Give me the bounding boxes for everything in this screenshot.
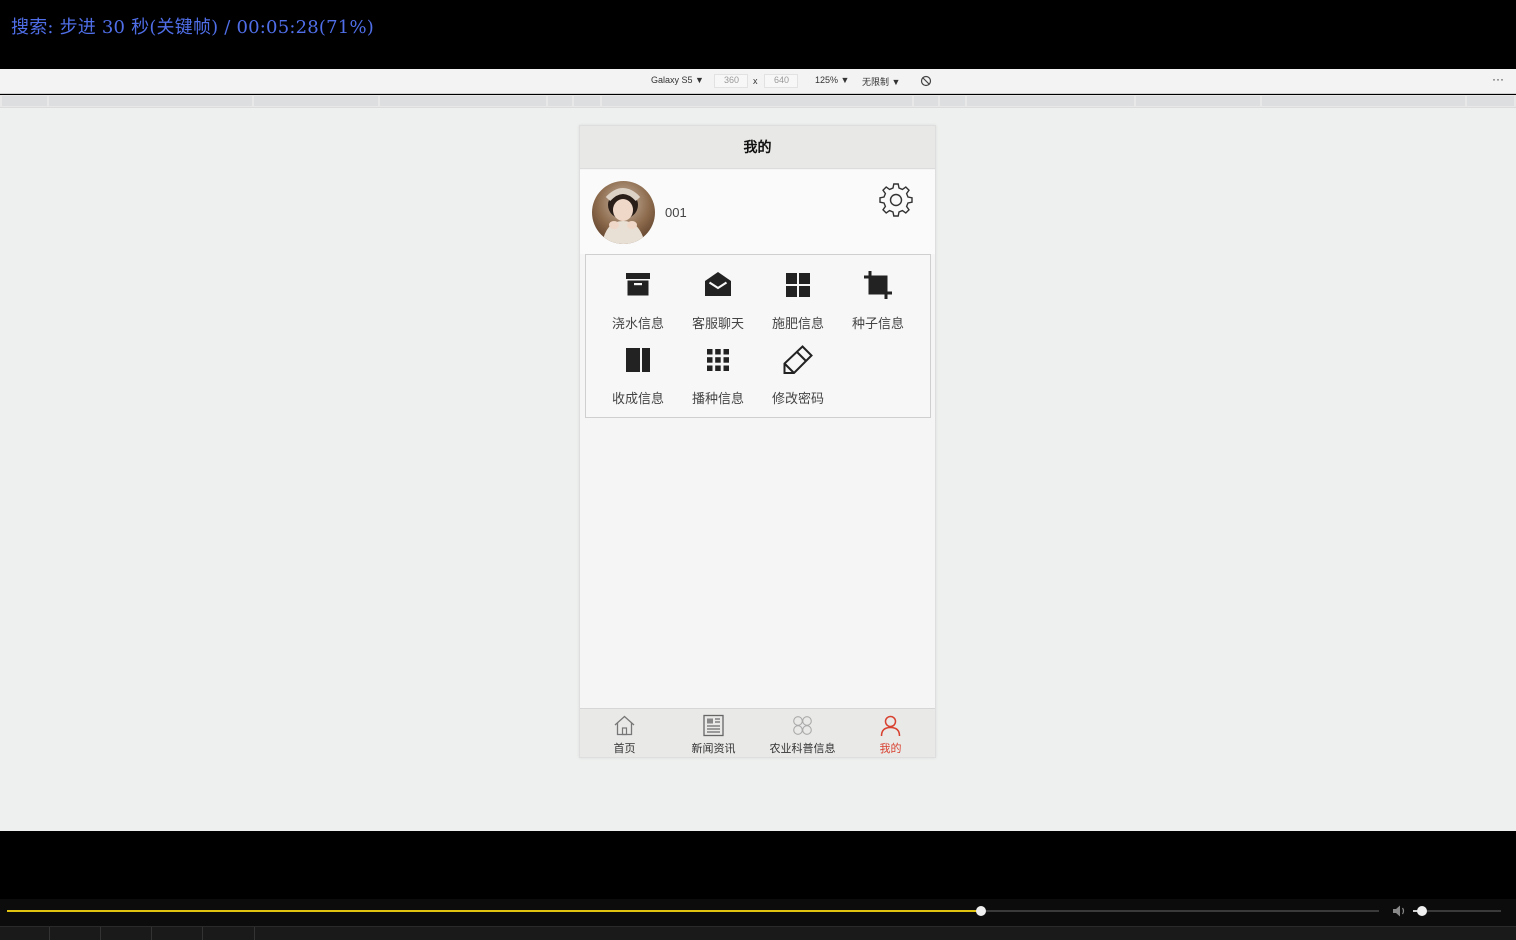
player-control-bar bbox=[0, 899, 1516, 926]
tab-news[interactable]: 新闻资讯 bbox=[669, 709, 758, 758]
menu-item-harvest[interactable]: 收成信息 bbox=[598, 332, 678, 407]
tab-home[interactable]: 首页 bbox=[580, 709, 669, 758]
tab-label: 农业科普信息 bbox=[769, 742, 836, 755]
columns-icon bbox=[626, 348, 650, 372]
menu-label: 浇水信息 bbox=[611, 317, 664, 332]
menu-label: 播种信息 bbox=[691, 392, 744, 407]
seek-handle[interactable] bbox=[976, 906, 986, 916]
archive-icon bbox=[626, 273, 650, 296]
menu-label: 收成信息 bbox=[611, 392, 664, 407]
pencil-icon bbox=[783, 345, 813, 374]
device-select[interactable]: Galaxy S5 ▼ bbox=[651, 75, 704, 85]
throttle-select[interactable]: 无限制 ▼ bbox=[862, 75, 900, 88]
tab-label: 首页 bbox=[613, 742, 636, 755]
osd-status-text: 搜索: 步进 30 秒(关键帧) / 00:05:28(71%) bbox=[11, 17, 374, 38]
media-query-ruler bbox=[0, 95, 1516, 108]
phone-viewport: 我的 001 浇水信息 客服聊天 施肥信息 种子信息 收成信息 播种信息 修改密… bbox=[579, 125, 936, 758]
width-input[interactable]: 360 bbox=[724, 75, 739, 85]
rotate-icon[interactable] bbox=[920, 75, 932, 87]
username: 001 bbox=[665, 205, 687, 220]
apps-icon bbox=[707, 349, 729, 371]
avatar[interactable] bbox=[592, 181, 655, 244]
menu-label: 施肥信息 bbox=[771, 317, 824, 332]
envelope-open-icon bbox=[705, 272, 731, 296]
four-circles-icon bbox=[793, 716, 812, 735]
height-input[interactable]: 640 bbox=[774, 75, 789, 85]
home-icon bbox=[614, 715, 635, 736]
user-icon bbox=[880, 715, 901, 737]
player-letterbox bbox=[0, 831, 1516, 899]
menu-label: 修改密码 bbox=[771, 392, 824, 407]
menu-item-fertilizing[interactable]: 施肥信息 bbox=[758, 257, 838, 332]
dimension-separator: x bbox=[753, 76, 758, 86]
seek-slider[interactable] bbox=[7, 910, 1379, 912]
menu-item-customer-chat[interactable]: 客服聊天 bbox=[678, 257, 758, 332]
tab-agri-science[interactable]: 农业科普信息 bbox=[758, 709, 847, 758]
menu-item-watering[interactable]: 浇水信息 bbox=[598, 257, 678, 332]
more-options-icon[interactable]: ··· bbox=[1492, 72, 1504, 86]
zoom-select[interactable]: 125% ▼ bbox=[815, 75, 849, 85]
function-menu: 浇水信息 客服聊天 施肥信息 种子信息 收成信息 播种信息 修改密码 bbox=[585, 254, 931, 418]
tab-label: 我的 bbox=[879, 742, 902, 755]
grid-icon bbox=[786, 273, 810, 297]
menu-item-seeds[interactable]: 种子信息 bbox=[838, 257, 918, 332]
tab-label: 新闻资讯 bbox=[691, 742, 736, 755]
seek-progress bbox=[7, 910, 981, 912]
app-header: 我的 bbox=[580, 126, 935, 169]
player-osd: 搜索: 步进 30 秒(关键帧) / 00:05:28(71%) bbox=[0, 0, 1516, 69]
player-status-bar bbox=[0, 926, 1516, 940]
menu-label: 客服聊天 bbox=[691, 317, 744, 332]
menu-label: 种子信息 bbox=[851, 317, 904, 332]
bottom-tab-bar: 首页 新闻资讯 农业科普信息 我的 bbox=[580, 708, 935, 757]
page-title: 我的 bbox=[743, 140, 772, 156]
menu-item-sowing[interactable]: 播种信息 bbox=[678, 332, 758, 407]
tab-mine[interactable]: 我的 bbox=[846, 709, 935, 758]
volume-icon[interactable] bbox=[1392, 904, 1408, 918]
gear-icon[interactable] bbox=[877, 181, 915, 219]
volume-handle[interactable] bbox=[1417, 906, 1427, 916]
device-toolbar: Galaxy S5 ▼ 360 x 640 125% ▼ 无限制 ▼ ··· bbox=[0, 69, 1516, 94]
crop-icon bbox=[864, 271, 892, 299]
newspaper-icon bbox=[703, 714, 724, 737]
menu-item-change-password[interactable]: 修改密码 bbox=[758, 332, 838, 407]
